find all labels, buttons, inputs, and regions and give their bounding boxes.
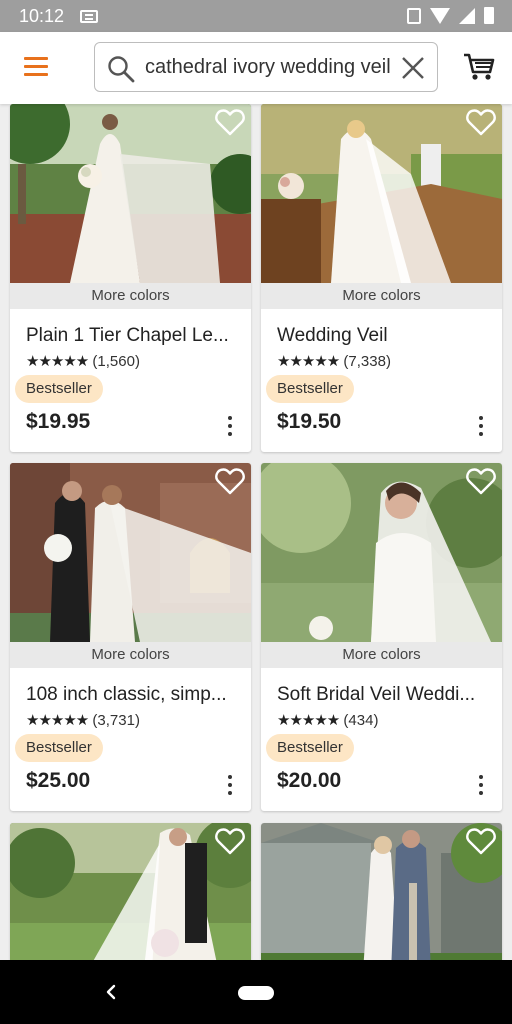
search-field[interactable]: cathedral ivory wedding veil — [94, 42, 438, 92]
listing-rating: ★★★★★ (7,338) — [277, 352, 391, 370]
listing-price: $20.00 — [277, 769, 342, 792]
back-chevron-icon[interactable] — [104, 984, 118, 1000]
listing-card[interactable] — [261, 823, 502, 960]
listing-card[interactable] — [10, 823, 251, 960]
listing-price: $25.00 — [26, 769, 91, 792]
listing-title[interactable]: Soft Bridal Veil Weddi... — [277, 684, 487, 706]
review-count: (434) — [343, 712, 379, 729]
battery-icon — [484, 7, 494, 24]
signal-icon — [459, 7, 475, 24]
listing-card[interactable]: More colors 108 inch classic, simp... ★★… — [10, 463, 251, 811]
system-nav-bar — [0, 960, 512, 1024]
listing-card[interactable]: More colors Soft Bridal Veil Weddi... ★★… — [261, 463, 502, 811]
vertical-dots-icon[interactable] — [478, 775, 484, 799]
status-icons — [407, 7, 494, 24]
listing-grid: More colors Plain 1 Tier Chapel Le... ★★… — [0, 104, 512, 960]
search-input[interactable]: cathedral ivory wedding veil — [145, 43, 395, 91]
bestseller-badge: Bestseller — [15, 734, 103, 762]
more-colors-label: More colors — [261, 283, 502, 309]
heart-outline-icon[interactable] — [466, 827, 496, 855]
vertical-dots-icon[interactable] — [478, 416, 484, 440]
magnifier-icon — [108, 56, 135, 83]
heart-outline-icon[interactable] — [215, 108, 245, 136]
notification-icon — [80, 10, 98, 23]
listing-rating: ★★★★★ (434) — [277, 711, 378, 729]
hamburger-menu-icon[interactable] — [24, 56, 48, 76]
heart-outline-icon[interactable] — [215, 467, 245, 495]
star-rating: ★★★★★ — [26, 712, 89, 729]
listing-card[interactable]: More colors Wedding Veil ★★★★★ (7,338) B… — [261, 104, 502, 452]
wifi-icon — [430, 7, 450, 24]
star-rating: ★★★★★ — [277, 712, 340, 729]
listing-title[interactable]: Wedding Veil — [277, 325, 487, 347]
review-count: (1,560) — [92, 353, 140, 370]
listing-price: $19.95 — [26, 410, 91, 433]
star-rating: ★★★★★ — [277, 353, 340, 370]
review-count: (3,731) — [92, 712, 140, 729]
app-bar: cathedral ivory wedding veil — [0, 32, 512, 104]
vertical-dots-icon[interactable] — [227, 775, 233, 799]
bestseller-badge: Bestseller — [266, 734, 354, 762]
status-bar: 10:12 — [0, 0, 512, 32]
more-colors-label: More colors — [10, 283, 251, 309]
more-colors-label: More colors — [10, 642, 251, 668]
listing-title[interactable]: 108 inch classic, simp... — [26, 684, 236, 706]
bestseller-badge: Bestseller — [15, 375, 103, 403]
heart-outline-icon[interactable] — [466, 467, 496, 495]
star-rating: ★★★★★ — [26, 353, 89, 370]
listing-title[interactable]: Plain 1 Tier Chapel Le... — [26, 325, 236, 347]
review-count: (7,338) — [343, 353, 391, 370]
listing-price: $19.50 — [277, 410, 342, 433]
shopping-cart-icon[interactable] — [463, 52, 495, 82]
vertical-dots-icon[interactable] — [227, 416, 233, 440]
listing-rating: ★★★★★ (3,731) — [26, 711, 140, 729]
home-pill-button[interactable] — [238, 986, 274, 1000]
listing-card[interactable]: More colors Plain 1 Tier Chapel Le... ★★… — [10, 104, 251, 452]
more-colors-label: More colors — [261, 642, 502, 668]
listing-rating: ★★★★★ (1,560) — [26, 352, 140, 370]
vibrate-icon — [407, 7, 421, 24]
heart-outline-icon[interactable] — [466, 108, 496, 136]
status-time: 10:12 — [19, 6, 65, 26]
close-x-icon[interactable] — [401, 56, 425, 80]
bestseller-badge: Bestseller — [266, 375, 354, 403]
heart-outline-icon[interactable] — [215, 827, 245, 855]
search-query-text: cathedral ivory wedding veil — [145, 56, 391, 78]
